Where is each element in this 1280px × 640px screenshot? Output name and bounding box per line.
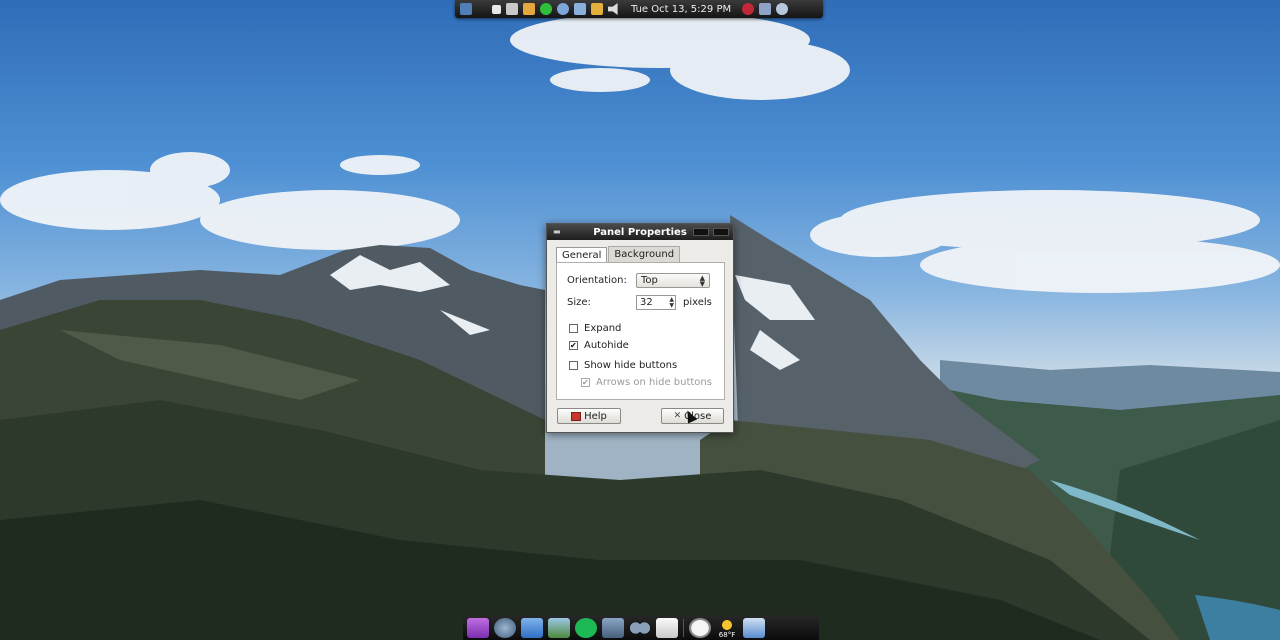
clock[interactable]: Tue Oct 13, 5:29 PM [625, 4, 737, 15]
help-icon [571, 411, 582, 421]
people-icon[interactable] [629, 617, 651, 638]
show-hide-buttons-checkbox-row[interactable]: Show hide buttons [569, 360, 677, 371]
help-label: Help [584, 410, 607, 422]
close-icon: ✕ [673, 410, 682, 421]
text-editor-icon[interactable] [656, 617, 678, 638]
web-browser-icon[interactable] [557, 3, 569, 15]
autohide-checkbox-row[interactable]: Autohide [569, 340, 629, 351]
orientation-label: Orientation: [567, 275, 627, 286]
clock-icon[interactable] [689, 617, 711, 638]
autohide-checkbox[interactable] [569, 341, 578, 350]
web-globe-icon[interactable] [494, 617, 516, 638]
size-label: Size: [567, 297, 591, 308]
top-panel: Tue Oct 13, 5:29 PM [455, 0, 823, 18]
spin-arrows-icon[interactable]: ▲ ▼ [669, 297, 674, 309]
notes-icon[interactable] [591, 3, 603, 15]
expand-checkbox[interactable] [569, 324, 578, 333]
network-icon[interactable] [506, 3, 518, 15]
orientation-select[interactable]: Top ▲ ▼ [636, 273, 710, 288]
panel-properties-dialog: ▬ Panel Properties General Background Or… [546, 223, 734, 433]
show-hide-buttons-label: Show hide buttons [584, 360, 678, 371]
general-tab-content: Orientation: Top ▲ ▼ Size: 32 ▲ ▼ pixels E… [556, 262, 725, 400]
spotify-icon[interactable] [575, 617, 597, 638]
folder-network-icon[interactable] [602, 617, 624, 638]
minimize-icon[interactable] [693, 228, 709, 236]
trash-icon[interactable] [743, 617, 765, 638]
folder-icon[interactable] [523, 3, 535, 15]
chat-icon[interactable] [776, 3, 789, 15]
size-unit: pixels [683, 297, 712, 308]
autohide-label: Autohide [584, 340, 629, 351]
power-icon[interactable] [742, 3, 755, 15]
orientation-value: Top [641, 275, 658, 286]
file-manager-icon[interactable] [521, 617, 543, 638]
show-desktop-icon[interactable] [460, 3, 472, 15]
size-value: 32 [640, 297, 653, 308]
show-hide-buttons-checkbox[interactable] [569, 361, 578, 370]
tab-bar: General Background [556, 246, 681, 264]
app-launcher-icon[interactable] [467, 617, 489, 638]
status-online-icon[interactable] [540, 3, 552, 15]
bottom-dock: 68°F [463, 615, 819, 640]
expand-label: Expand [584, 323, 622, 334]
close-window-icon[interactable] [713, 228, 729, 236]
arrows-on-hide-buttons-checkbox-row: Arrows on hide buttons [581, 377, 712, 388]
updown-arrows-icon: ▲ ▼ [699, 274, 705, 288]
weather-icon[interactable]: 68°F [716, 617, 738, 639]
window-menu-icon[interactable]: ▬ [553, 227, 561, 236]
volume-icon[interactable] [608, 3, 618, 15]
arrows-on-hide-buttons-label: Arrows on hide buttons [596, 377, 712, 388]
size-spinbutton[interactable]: 32 ▲ ▼ [636, 295, 676, 310]
internet-icon[interactable] [548, 617, 570, 638]
tab-background[interactable]: Background [608, 246, 681, 263]
terminal-icon[interactable] [492, 4, 501, 14]
dialog-titlebar[interactable]: ▬ Panel Properties [547, 224, 733, 240]
display-icon[interactable] [574, 3, 586, 15]
dialog-title: Panel Properties [593, 226, 687, 238]
expand-checkbox-row[interactable]: Expand [569, 323, 621, 334]
help-button[interactable]: Help [557, 408, 621, 424]
weather-temperature: 68°F [718, 630, 736, 639]
arrows-on-hide-buttons-checkbox [581, 378, 590, 387]
mail-icon[interactable] [759, 3, 772, 15]
